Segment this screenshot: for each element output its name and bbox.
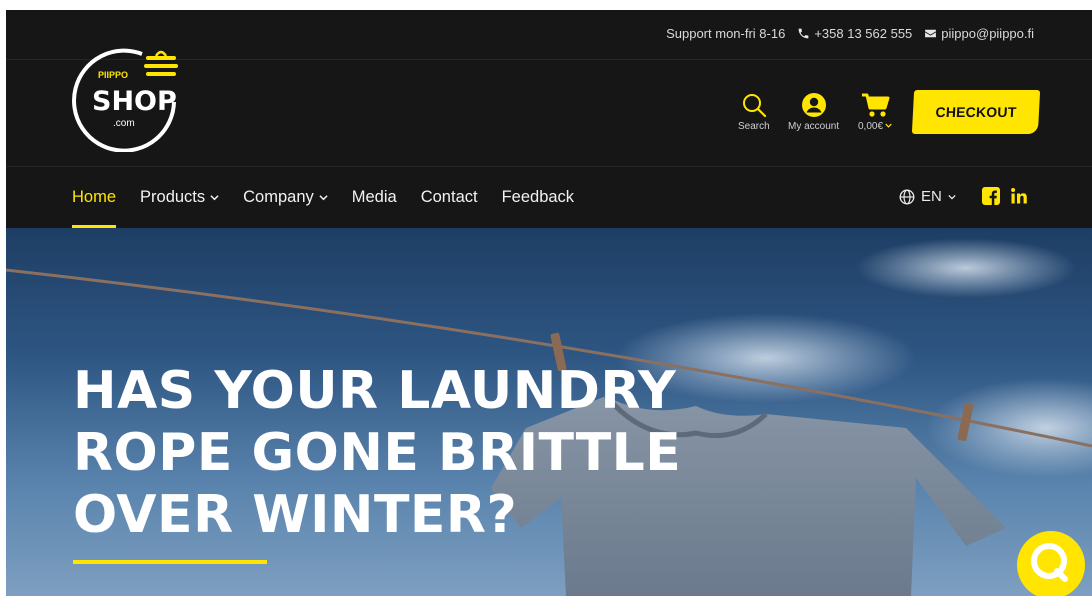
phone-icon <box>798 28 809 39</box>
language-code: EN <box>921 188 942 205</box>
checkout-button[interactable]: CHECKOUT <box>911 90 1041 134</box>
facebook-icon[interactable] <box>982 187 1000 205</box>
hero-accent-underline <box>73 560 267 564</box>
nav-label: Company <box>243 188 314 206</box>
my-account-button[interactable]: My account <box>788 92 839 132</box>
nav-item-home[interactable]: Home <box>72 188 117 228</box>
mail-icon <box>925 29 937 38</box>
logo-name: SHOP <box>92 86 177 117</box>
account-label: My account <box>788 121 840 132</box>
search-button[interactable]: Search <box>738 92 770 132</box>
support-hours: Support mon-fri 8-16 <box>666 26 786 41</box>
nav-divider <box>6 166 1092 167</box>
chat-icon <box>1031 543 1068 582</box>
nav-label: Home <box>72 188 117 206</box>
chat-button[interactable] <box>1017 531 1085 596</box>
chevron-down-icon <box>210 195 219 201</box>
support-phone[interactable]: +358 13 562 555 <box>814 26 912 41</box>
logo-suffix: .com <box>113 118 135 129</box>
nav-item-products[interactable]: Products <box>140 188 219 207</box>
chevron-down-icon <box>885 123 892 128</box>
nav-label: Contact <box>420 188 478 206</box>
nav-label: Feedback <box>501 188 575 206</box>
nav-item-contact[interactable]: Contact <box>421 188 478 207</box>
globe-icon <box>899 189 915 204</box>
language-selector[interactable]: EN <box>899 188 956 205</box>
main-nav: Home Products Company Media Contact Feed… <box>72 188 574 228</box>
cart-total: 0,00€ <box>858 121 884 132</box>
nav-item-feedback[interactable]: Feedback <box>502 188 574 207</box>
account-icon <box>801 93 826 117</box>
chevron-down-icon <box>948 194 956 200</box>
nav-item-media[interactable]: Media <box>352 188 397 207</box>
hero-title: HAS YOUR LAUNDRY ROPE GONE BRITTLE OVER … <box>73 361 682 545</box>
chevron-down-icon <box>319 195 328 201</box>
nav-item-company[interactable]: Company <box>243 188 328 207</box>
search-label: Search <box>738 121 770 132</box>
piippo-shop-logo[interactable]: PIIPPO SHOP .com <box>70 44 180 152</box>
nav-label: Media <box>351 188 397 206</box>
support-email[interactable]: piippo@piippo.fi <box>941 26 1034 41</box>
nav-label: Products <box>140 188 206 206</box>
linkedin-icon[interactable] <box>1010 187 1028 205</box>
search-icon <box>742 94 766 118</box>
support-info: Support mon-fri 8-16 +358 13 562 555 pii… <box>666 26 1034 41</box>
logo-brand: PIIPPO <box>98 70 128 80</box>
cart-icon <box>862 93 890 117</box>
cart-button[interactable]: 0,00€ <box>858 92 892 132</box>
page: Support mon-fri 8-16 +358 13 562 555 pii… <box>6 10 1092 596</box>
hero-banner: HAS YOUR LAUNDRY ROPE GONE BRITTLE OVER … <box>6 228 1092 596</box>
